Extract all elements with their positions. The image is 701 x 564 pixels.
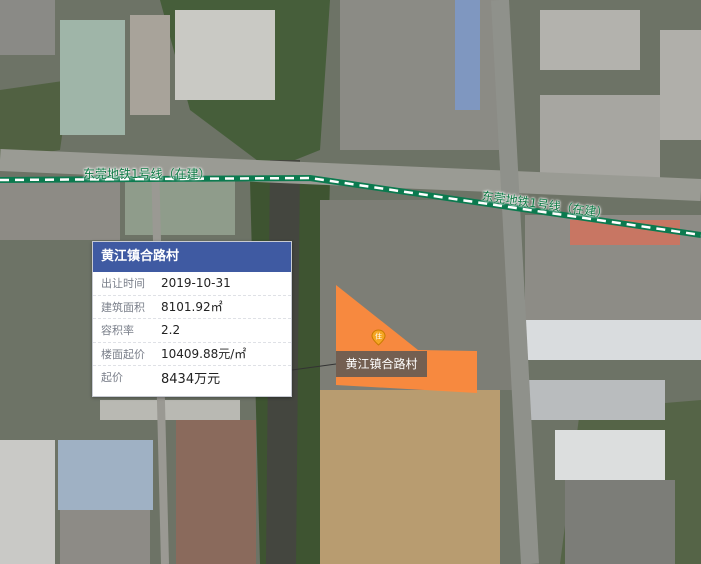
info-key: 起价 <box>101 371 123 385</box>
land-info-popup: 黄江镇合路村 出让时间 2019-10-31 建筑面积 8101.92㎡ 容积率… <box>92 241 292 397</box>
info-value: 2.2 <box>161 323 181 338</box>
info-key: 出让时间 <box>101 277 145 291</box>
info-value: 2019-10-31 <box>161 276 231 291</box>
info-key: 容积率 <box>101 324 134 338</box>
info-key: 楼面起价 <box>101 347 145 361</box>
info-row-plot-ratio: 容积率 2.2 <box>93 319 291 343</box>
info-row-floor-price: 楼面起价 10409.88元/㎡ <box>93 343 291 366</box>
info-value: 8101.92㎡ <box>161 300 223 315</box>
info-row-start-price: 起价 8434万元 <box>93 366 291 389</box>
plot-name-label[interactable]: 黄江镇合路村 <box>336 351 427 377</box>
info-value: 8434万元 <box>161 371 221 387</box>
svg-text:住: 住 <box>375 332 382 341</box>
info-key: 建筑面积 <box>101 300 145 314</box>
info-row-floor-area: 建筑面积 8101.92㎡ <box>93 296 291 319</box>
popup-title: 黄江镇合路村 <box>93 242 291 272</box>
metro-line-label: 东莞地铁1号线（在建） <box>83 167 211 181</box>
info-row-transfer-date: 出让时间 2019-10-31 <box>93 272 291 296</box>
location-pin-icon[interactable]: 住 <box>370 329 387 346</box>
info-value: 10409.88元/㎡ <box>161 347 247 362</box>
